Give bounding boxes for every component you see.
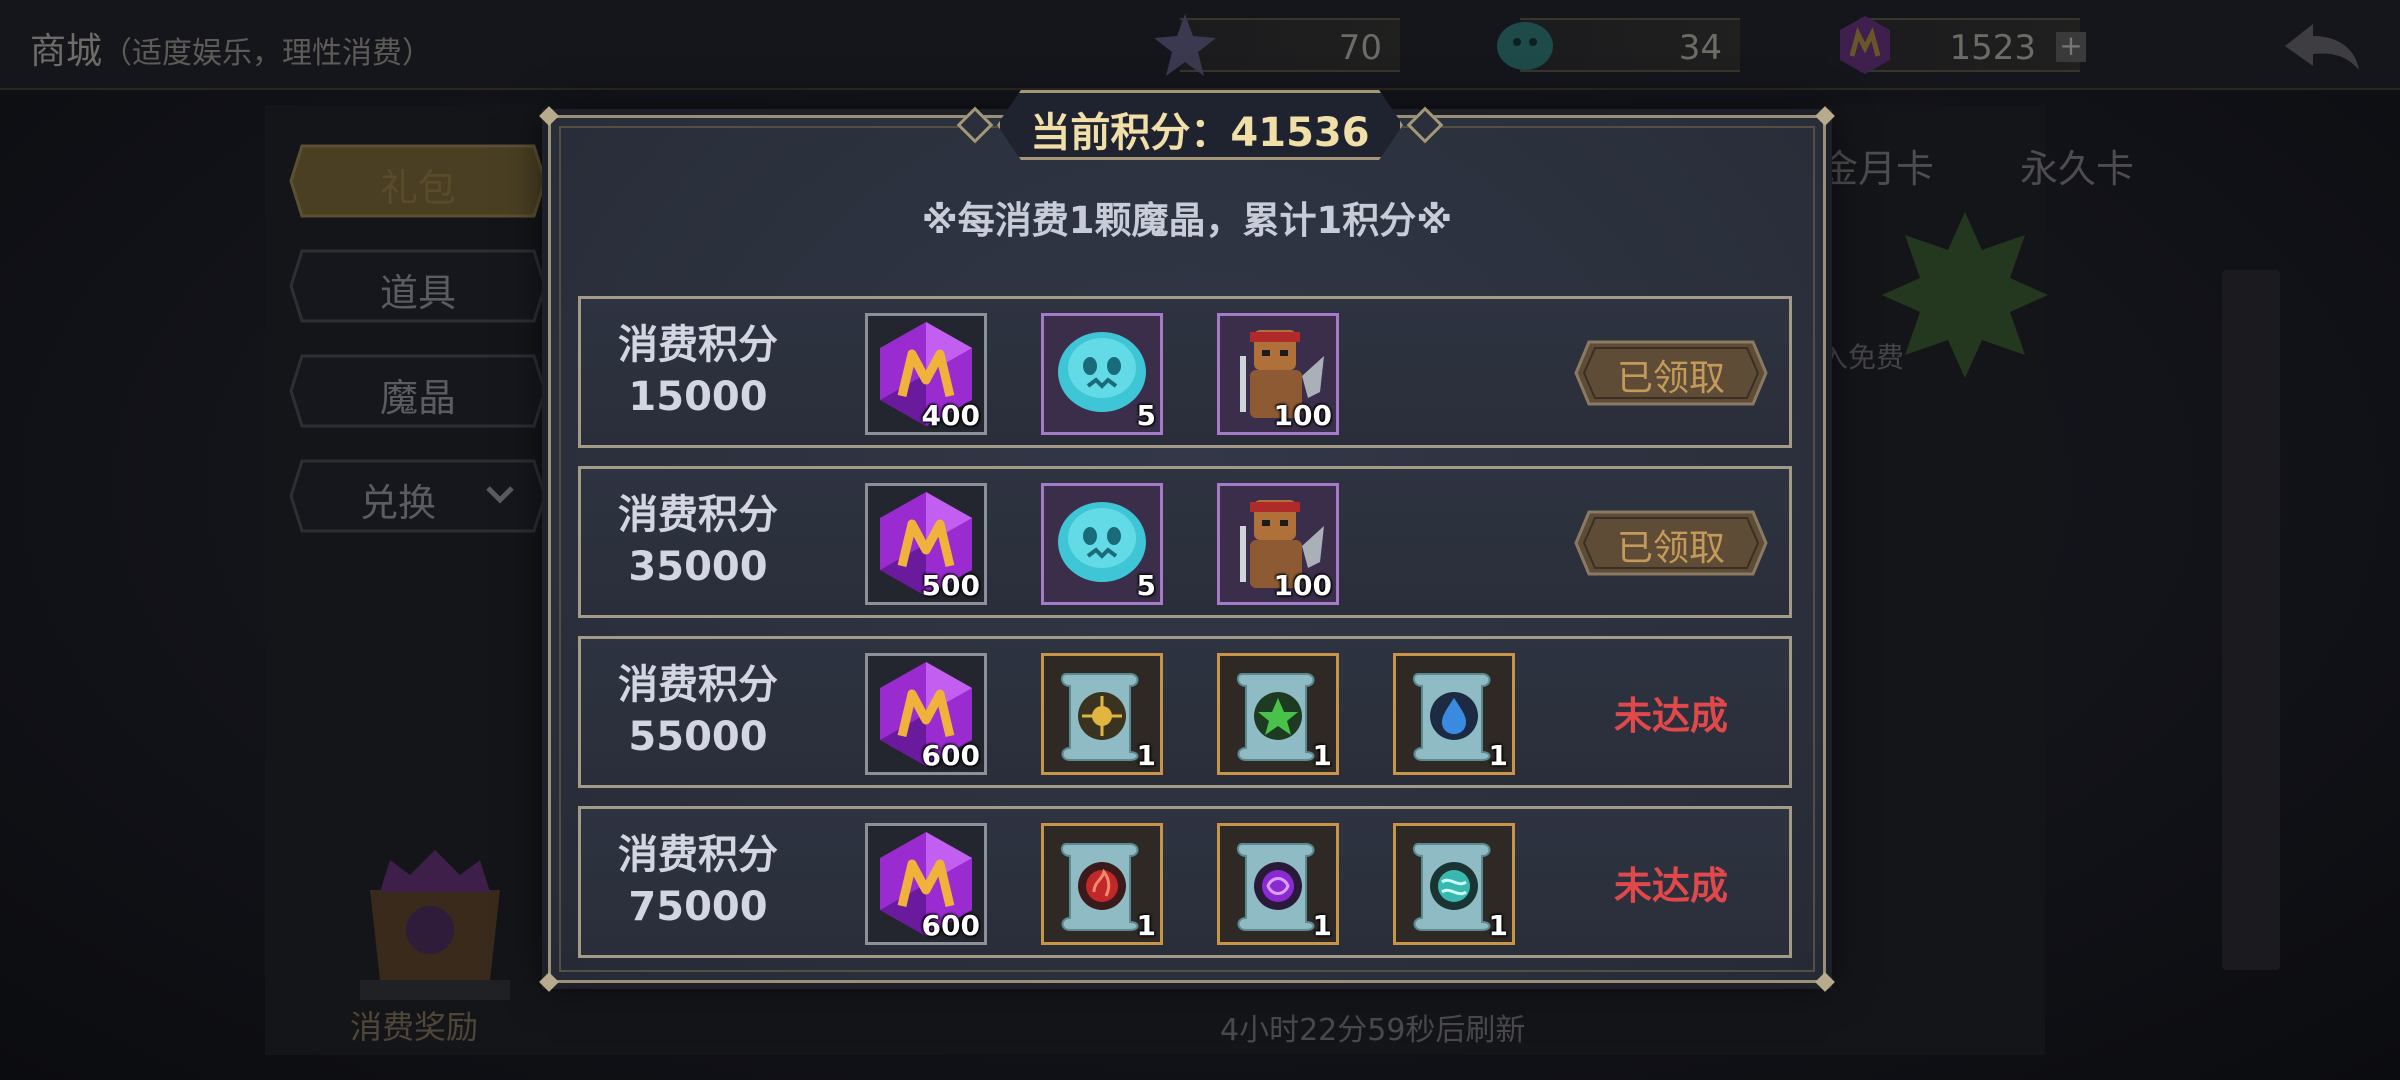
reward-item-warrior-portrait[interactable]: 100 bbox=[1217, 483, 1339, 605]
item-quantity: 5 bbox=[1136, 399, 1156, 432]
reward-item-magic-crystal[interactable]: 600 bbox=[865, 653, 987, 775]
item-quantity: 1 bbox=[1312, 909, 1332, 942]
item-quantity: 1 bbox=[1136, 909, 1156, 942]
item-quantity: 1 bbox=[1488, 739, 1508, 772]
tier-label-title: 消费积分 bbox=[618, 492, 778, 538]
item-quantity: 5 bbox=[1136, 569, 1156, 602]
item-quantity: 600 bbox=[921, 739, 980, 772]
top-bar: 商城（适度娱乐，理性消费） 70 34 1523 + bbox=[0, 0, 2400, 90]
refresh-timer: 4小时22分59秒后刷新 bbox=[1220, 1013, 1526, 1048]
currency-ghost-coin: 34 bbox=[1497, 18, 1740, 72]
reward-item-fire-rune-scroll[interactable]: 1 bbox=[1041, 823, 1163, 945]
add-crystal-button[interactable]: + bbox=[2056, 32, 2086, 62]
tier-label: 消费积分 55000 bbox=[603, 659, 793, 763]
tier-label-points: 75000 bbox=[628, 884, 768, 930]
free-text: 入免费 bbox=[1820, 341, 1905, 374]
tier-label-points: 35000 bbox=[628, 544, 768, 590]
item-quantity: 1 bbox=[1312, 739, 1332, 772]
bonus-badge-icon bbox=[1882, 212, 2048, 378]
tier-label-points: 15000 bbox=[628, 374, 768, 420]
tab-exchange-label: 兑换 bbox=[359, 481, 436, 525]
reward-item-warrior-portrait[interactable]: 100 bbox=[1217, 313, 1339, 435]
item-quantity: 400 bbox=[921, 399, 980, 432]
item-quantity: 600 bbox=[921, 909, 980, 942]
tier-label-title: 消费积分 bbox=[618, 832, 778, 878]
tier-label: 消费积分 15000 bbox=[603, 319, 793, 423]
reward-tier-row: 消费积分 55000 600 1 1 1 未达成 bbox=[578, 636, 1792, 788]
tab-gift-pack[interactable]: 礼包 bbox=[288, 143, 548, 219]
ghost-coin-icon bbox=[1497, 22, 1553, 70]
currency-ghost-coin-value: 34 bbox=[1678, 28, 1722, 68]
item-quantity: 100 bbox=[1273, 569, 1332, 602]
reward-item-sun-rune-scroll[interactable]: 1 bbox=[1041, 653, 1163, 775]
not-reached-status: 未达成 bbox=[1613, 694, 1728, 738]
shop-title: 商城（适度娱乐，理性消费） bbox=[30, 22, 432, 74]
reward-item-water-rune-scroll[interactable]: 1 bbox=[1393, 653, 1515, 775]
tab-permanent-card[interactable]: 永久卡 bbox=[2020, 138, 2134, 193]
reward-item-magic-crystal[interactable]: 500 bbox=[865, 483, 987, 605]
not-reached-status: 未达成 bbox=[1613, 864, 1728, 908]
star-shard-icon bbox=[1154, 14, 1216, 76]
item-quantity: 1 bbox=[1136, 739, 1156, 772]
consumption-reward-chest-icon[interactable] bbox=[340, 830, 530, 1005]
content-scrollbar[interactable] bbox=[2222, 270, 2280, 970]
tab-exchange[interactable]: 兑换 bbox=[288, 458, 548, 534]
tier-label-title: 消费积分 bbox=[618, 662, 778, 708]
magic-crystal-icon bbox=[1840, 16, 1890, 74]
tier-label: 消费积分 75000 bbox=[603, 829, 793, 933]
item-quantity: 500 bbox=[921, 569, 980, 602]
item-quantity: 1 bbox=[1488, 909, 1508, 942]
reward-tier-row: 消费积分 35000 500 5 100 已领取 bbox=[578, 466, 1792, 618]
reward-tier-row: 消费积分 75000 600 1 1 1 未达成 bbox=[578, 806, 1792, 958]
item-quantity: 100 bbox=[1273, 399, 1332, 432]
reward-item-magic-crystal[interactable]: 400 bbox=[865, 313, 987, 435]
tab-gift-pack-label: 礼包 bbox=[379, 166, 456, 210]
shop-subtitle: （适度娱乐，理性消费） bbox=[102, 36, 433, 71]
claimed-button-label: 已领取 bbox=[1616, 358, 1725, 399]
reward-item-leaf-rune-scroll[interactable]: 1 bbox=[1217, 653, 1339, 775]
claimed-button-label: 已领取 bbox=[1616, 528, 1725, 569]
reward-tier-row: 消费积分 15000 400 5 100 已领取 bbox=[578, 296, 1792, 448]
reward-item-wind-rune-scroll[interactable]: 1 bbox=[1393, 823, 1515, 945]
reward-item-ghost-coin[interactable]: 5 bbox=[1041, 313, 1163, 435]
claimed-button[interactable]: 已领取 bbox=[1573, 509, 1769, 577]
tab-magic-crystal-label: 魔晶 bbox=[379, 376, 456, 420]
points-rule-text: ※每消费1颗魔晶，累计1积分※ bbox=[921, 199, 1453, 242]
currency-magic-crystal: 1523 + bbox=[1840, 16, 2086, 74]
currency-star-shard-value: 70 bbox=[1338, 28, 1382, 68]
tab-gold-monthly-card[interactable]: 金月卡 bbox=[1820, 138, 1934, 193]
current-points-title: 当前积分：41536 bbox=[1030, 110, 1370, 156]
reward-item-ghost-coin[interactable]: 5 bbox=[1041, 483, 1163, 605]
tier-label-points: 55000 bbox=[628, 714, 768, 760]
consumption-reward-label: 消费奖励 bbox=[350, 1008, 479, 1046]
reward-item-magic-crystal[interactable]: 600 bbox=[865, 823, 987, 945]
currency-magic-crystal-value: 1523 bbox=[1949, 28, 2036, 68]
tier-label-title: 消费积分 bbox=[618, 322, 778, 368]
currency-star-shard: 70 bbox=[1154, 14, 1400, 76]
tier-label: 消费积分 35000 bbox=[603, 489, 793, 593]
tab-items-label: 道具 bbox=[379, 271, 456, 315]
shop-title-text: 商城 bbox=[30, 31, 103, 72]
tab-items[interactable]: 道具 bbox=[288, 248, 548, 324]
reward-item-void-rune-scroll[interactable]: 1 bbox=[1217, 823, 1339, 945]
tab-magic-crystal[interactable]: 魔晶 bbox=[288, 353, 548, 429]
claimed-button[interactable]: 已领取 bbox=[1573, 339, 1769, 407]
back-arrow-icon[interactable] bbox=[2275, 18, 2365, 78]
